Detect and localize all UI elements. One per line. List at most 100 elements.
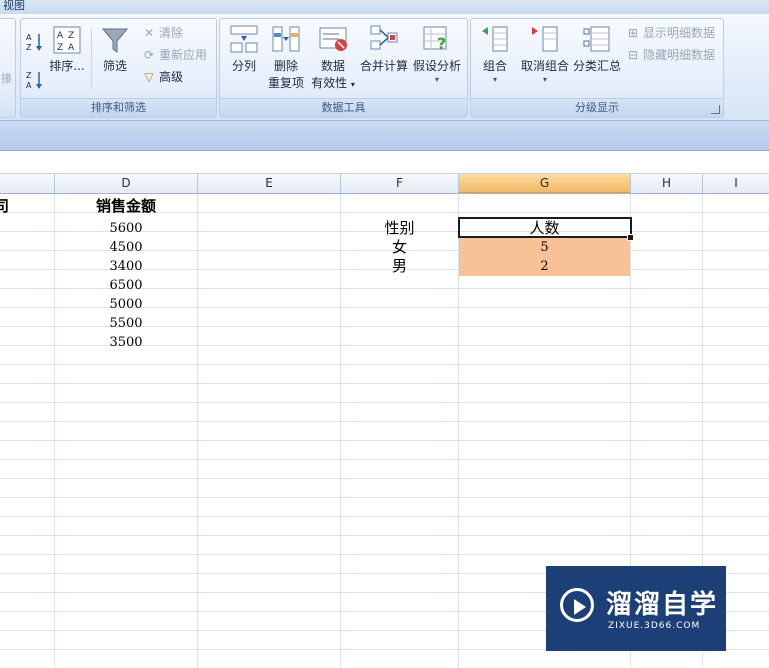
clear-label: 清除 [159, 26, 184, 40]
column-header-g[interactable]: G [459, 174, 631, 193]
consolidate-icon [370, 25, 398, 50]
subtotal-label: 分类汇总 [573, 59, 622, 73]
cell-d4[interactable]: 3400 [55, 257, 197, 276]
validation-dropdown[interactable]: 有效性 ▾ [308, 75, 358, 93]
ribbon-tab-strip: 视图 [0, 0, 769, 14]
group-label-sort-filter: 排序和筛选 [21, 98, 216, 117]
sort-descending-button[interactable]: Z A [25, 69, 45, 94]
column-header-i[interactable]: I [703, 174, 769, 193]
data-validation-icon [319, 27, 347, 51]
cell-d1-sales-header[interactable]: 销售金额 [55, 197, 197, 216]
whatif-analysis-icon: ? [423, 26, 447, 53]
cell-d8[interactable]: 3500 [55, 333, 197, 352]
data-validation-button[interactable]: 数据 有效性 ▾ [308, 23, 358, 93]
group-button[interactable]: 组合 ▾ [475, 23, 515, 84]
formula-bar[interactable] [0, 151, 769, 174]
advanced-label: 高级 [159, 70, 184, 84]
column-headers: D E F G H I [0, 174, 769, 194]
svg-text:Z: Z [68, 31, 74, 41]
sort-za-icon: Z A [26, 71, 42, 90]
remove-duplicates-icon [272, 26, 300, 52]
subtotal-icon [583, 26, 610, 52]
sort-dialog-button[interactable]: A Z Z A 排序... [49, 25, 85, 75]
svg-text:Z: Z [26, 71, 32, 80]
reapply-button[interactable]: ⟳ 重新应用 [141, 47, 207, 63]
cell-g4-count-male[interactable]: 2 [459, 257, 630, 276]
ribbon: 接 A Z Z A A Z Z A 排序... 筛选 ✕ 清除 ⟳ 重新应用 ▽… [0, 14, 769, 121]
cell-f3-gender-female[interactable]: 女 [341, 238, 458, 257]
svg-text:A: A [68, 43, 75, 53]
outline-dialog-launcher-icon[interactable] [711, 105, 720, 114]
cell-g3-count-female[interactable]: 5 [459, 238, 630, 257]
chevron-down-icon[interactable]: ▾ [475, 75, 515, 84]
validation-label-2: 有效性 [311, 76, 348, 90]
hide-detail-label: 隐藏明细数据 [643, 48, 716, 62]
group-btn-label: 组合 [482, 59, 507, 73]
hide-detail-button[interactable]: ⊟ 隐藏明细数据 [625, 47, 715, 63]
reapply-icon: ⟳ [143, 48, 155, 62]
group-label-outline: 分级显示 [471, 98, 723, 117]
tab-view[interactable]: 视图 [0, 0, 28, 14]
column-header-f[interactable]: F [341, 174, 459, 193]
chevron-down-icon[interactable]: ▾ [411, 75, 463, 84]
whatif-label: 假设分析 [412, 59, 461, 73]
remove-duplicates-button[interactable]: 删除 重复项 [266, 23, 306, 92]
gridline [197, 194, 198, 668]
clear-filter-button[interactable]: ✕ 清除 [141, 25, 183, 41]
remove-dup-label-2: 重复项 [267, 76, 304, 90]
cell-d7[interactable]: 5500 [55, 314, 197, 333]
reapply-label: 重新应用 [159, 48, 208, 62]
cell-d5[interactable]: 6500 [55, 276, 197, 295]
ungroup-button[interactable]: 取消组合 ▾ [517, 23, 573, 84]
active-cell-selection [458, 217, 632, 238]
partial-group-left: 接 [0, 18, 16, 118]
cell-d6[interactable]: 5000 [55, 295, 197, 314]
partial-left-label: 接 [1, 72, 12, 85]
group-label-data-tools: 数据工具 [220, 98, 467, 117]
play-icon [560, 588, 594, 622]
column-header-c-partial[interactable] [0, 174, 55, 193]
filter-label: 筛选 [102, 59, 127, 73]
cell-f4-gender-male[interactable]: 男 [341, 257, 458, 276]
chevron-down-icon[interactable]: ▾ [517, 75, 573, 84]
funnel-icon [101, 28, 129, 53]
fill-handle[interactable] [627, 234, 634, 241]
group-outline: 组合 ▾ 取消组合 ▾ 分类汇总 ⊞ 显示明细数据 ⊟ 隐藏明细数据 分级显示 [470, 18, 724, 118]
remove-dup-label-1: 删除 [273, 59, 298, 73]
validation-label-1: 数据 [320, 59, 345, 73]
text-to-columns-icon [230, 25, 258, 53]
watermark-url: ZIXUE.3D66.COM [608, 621, 701, 631]
whatif-analysis-button[interactable]: ? 假设分析 ▾ [411, 23, 463, 84]
separator [91, 29, 92, 89]
cell-f2-gender-header[interactable]: 性别 [341, 219, 458, 238]
show-detail-button[interactable]: ⊞ 显示明细数据 [625, 25, 715, 41]
watermark-logo: 溜溜自学 ZIXUE.3D66.COM [546, 566, 726, 651]
subtotal-button[interactable]: 分类汇总 [573, 23, 621, 75]
chevron-down-icon: ▾ [350, 80, 355, 89]
column-header-h[interactable]: H [631, 174, 703, 193]
cell-d3[interactable]: 4500 [55, 238, 197, 257]
clear-filter-icon: ✕ [143, 26, 155, 40]
filter-button[interactable]: 筛选 [97, 25, 133, 75]
show-detail-icon: ⊞ [627, 26, 639, 40]
sort-ascending-button[interactable]: A Z [25, 31, 45, 56]
group-data-tools: 分列 删除 重复项 数据 有效性 ▾ 合并计算 ? 假设分析 ▾ 数据工具 [219, 18, 468, 118]
column-header-d[interactable]: D [55, 174, 198, 193]
svg-text:Z: Z [26, 43, 32, 52]
sort-grid-icon: A Z Z A [53, 26, 81, 54]
svg-text:?: ? [437, 34, 446, 53]
cell-c1-partial[interactable]: 司 [0, 197, 14, 216]
advanced-filter-icon: ▽ [144, 70, 154, 84]
formula-toolbar [0, 121, 769, 151]
svg-text:Z: Z [57, 43, 63, 53]
show-detail-label: 显示明细数据 [643, 26, 716, 40]
svg-text:A: A [26, 81, 32, 90]
column-header-e[interactable]: E [198, 174, 341, 193]
cell-d2[interactable]: 5600 [55, 219, 197, 238]
ungroup-label: 取消组合 [520, 59, 569, 73]
text-to-columns-button[interactable]: 分列 [224, 23, 264, 75]
consolidate-button[interactable]: 合并计算 [358, 23, 410, 75]
sort-label: 排序... [49, 59, 85, 73]
svg-text:A: A [26, 33, 32, 42]
advanced-filter-button[interactable]: ▽ 高级 [141, 69, 183, 85]
